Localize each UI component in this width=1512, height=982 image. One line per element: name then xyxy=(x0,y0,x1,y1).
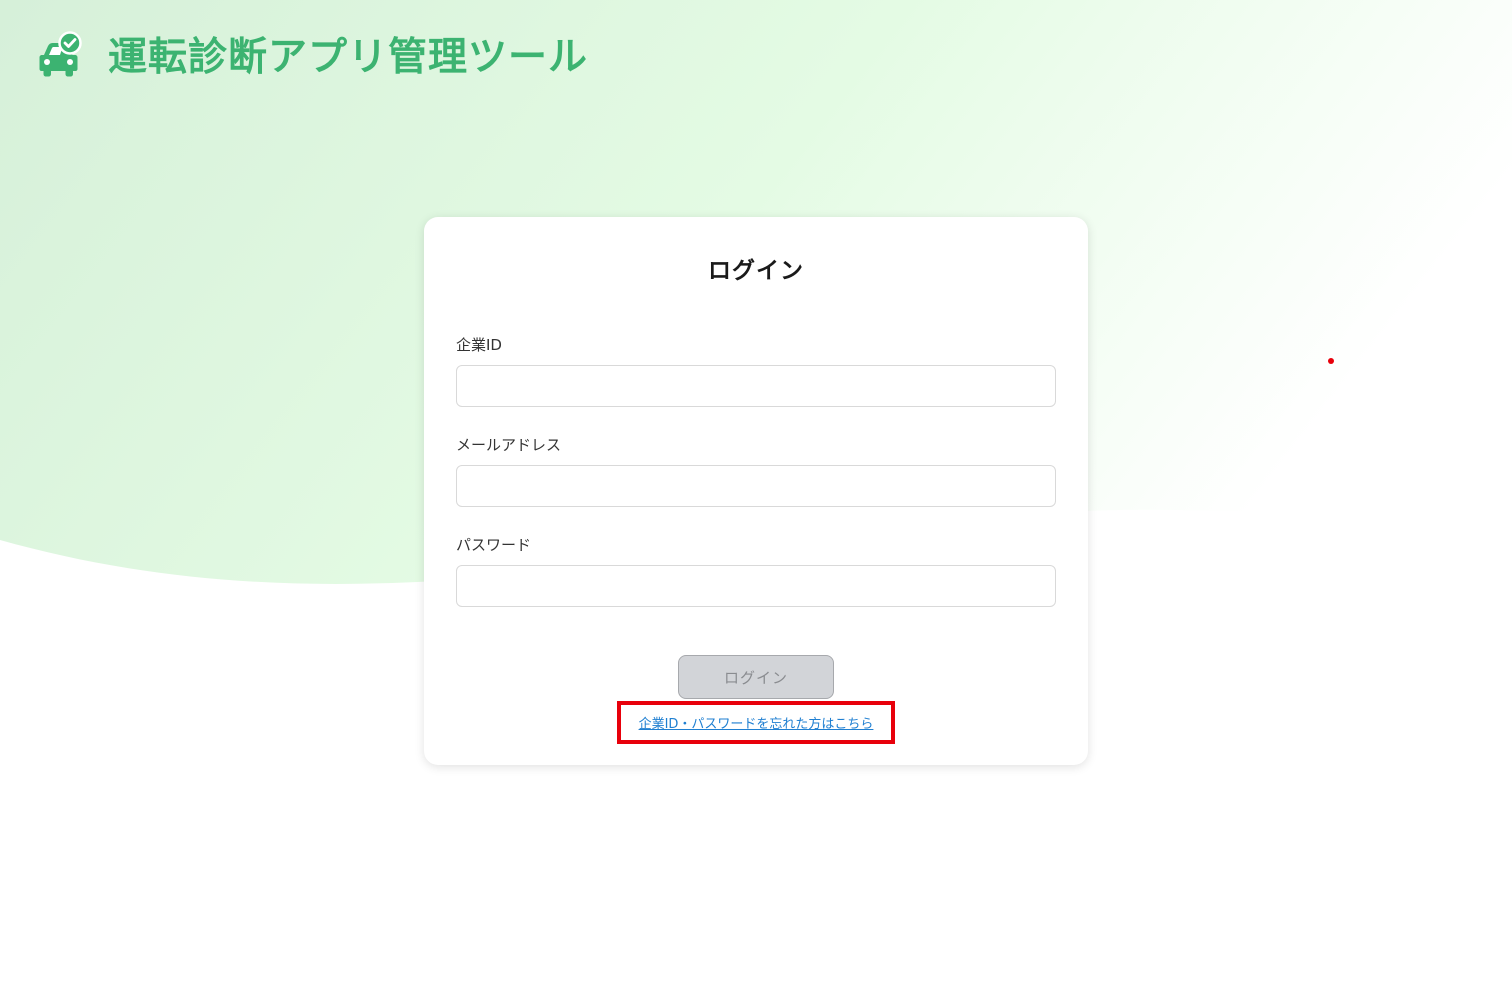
company-id-label: 企業ID xyxy=(456,336,502,354)
email-input[interactable] xyxy=(456,465,1056,507)
company-id-input[interactable] xyxy=(456,365,1056,407)
login-button[interactable]: ログイン xyxy=(678,655,834,699)
login-page: 運転診断アプリ管理ツール ログイン 企業ID メールアドレス パスワード ログイ… xyxy=(0,0,1512,982)
app-header: 運転診断アプリ管理ツール xyxy=(38,28,588,80)
cursor-marker-dot xyxy=(1328,358,1334,364)
app-title: 運転診断アプリ管理ツール xyxy=(108,35,589,80)
email-label: メールアドレス xyxy=(456,436,562,454)
login-title: ログイン xyxy=(708,258,804,284)
car-check-icon xyxy=(39,31,82,77)
password-label: パスワード xyxy=(456,536,532,554)
forgot-link-highlight: 企業ID・パスワードを忘れた方はこちら xyxy=(617,701,895,744)
login-card: ログイン 企業ID メールアドレス パスワード ログイン 企業ID・パスワードを… xyxy=(424,217,1088,765)
password-input[interactable] xyxy=(456,565,1056,607)
forgot-credentials-link[interactable]: 企業ID・パスワードを忘れた方はこちら xyxy=(639,713,874,732)
